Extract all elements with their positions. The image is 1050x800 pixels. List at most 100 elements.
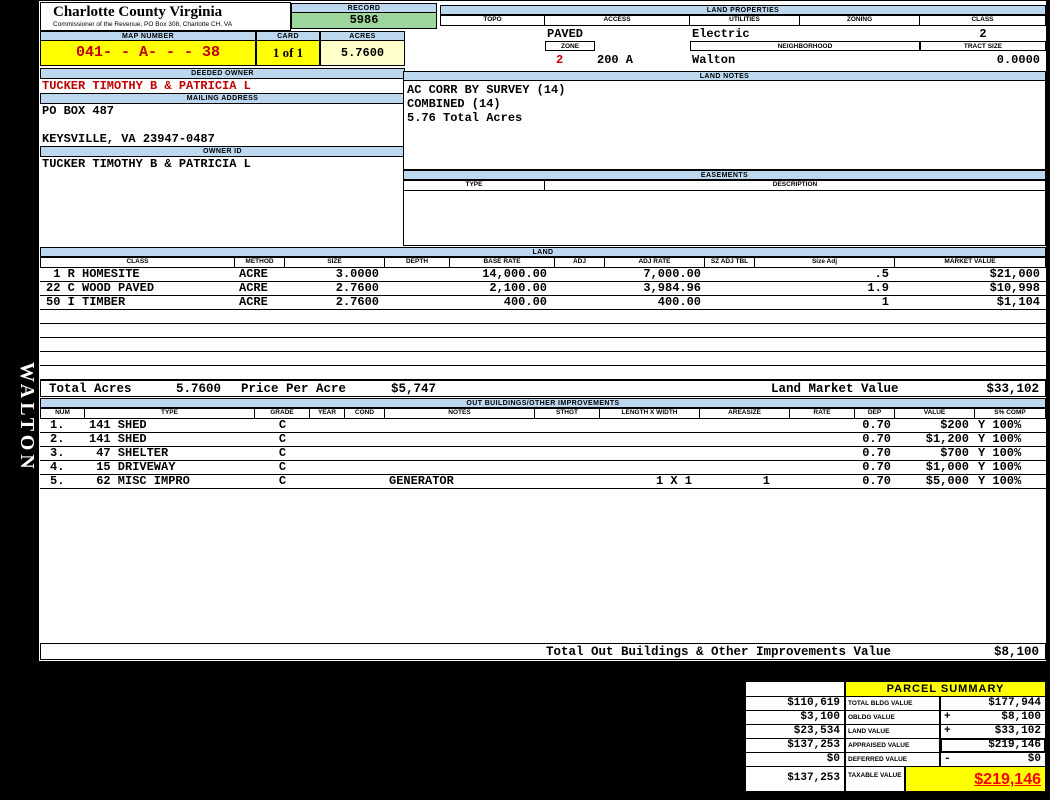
land-cell-adj [555, 296, 605, 309]
land-table-rows: 1 R HOMESITE ACRE 3.0000 14,000.00 7,000… [40, 268, 1046, 310]
land-table-row: 1 R HOMESITE ACRE 3.0000 14,000.00 7,000… [40, 268, 1046, 282]
out-buildings-total-row: Total Out Buildings & Other Improvements… [40, 643, 1046, 660]
parcel-summary: PARCEL SUMMARY $110,619 TOTAL BLDG VALUE… [745, 681, 1046, 792]
record-box: RECORD 5986 [291, 3, 437, 29]
land-cell-adj [555, 282, 605, 295]
value-label: LAND VALUE [845, 724, 940, 739]
operator-sign: + [944, 711, 951, 723]
ob-cell-grade: C [278, 447, 287, 460]
easements-description-header: DESCRIPTION [545, 180, 1046, 191]
easements-type-header: TYPE [403, 180, 545, 191]
current-value: $0 [1027, 753, 1041, 765]
ob-cell-type: 141 SHED [89, 433, 147, 446]
land-col-size: SIZE [285, 257, 385, 268]
current-value: $177,944 [988, 697, 1041, 709]
ob-col-value: VALUE [895, 408, 975, 419]
land-cell-method: ACRE [239, 282, 268, 295]
land-notes-box: AC CORR BY SURVEY (14) COMBINED (14) 5.7… [403, 81, 1046, 170]
ob-col-rate: RATE [790, 408, 855, 419]
deeded-owner-label: DEEDED OWNER [40, 68, 405, 79]
price-per-acre-value: $5,747 [391, 382, 437, 396]
out-building-row: 3. 47 SHELTER C 0.70 $700 Y 100% [40, 447, 1046, 461]
ob-cell-sthgt [535, 419, 600, 432]
parcel-summary-row: $0 DEFERRED VALUE - $0 [745, 752, 1046, 767]
address-line-1: PO BOX 487 [42, 104, 115, 118]
previous-value: $3,100 [745, 710, 845, 725]
land-table-row: 50 I TIMBER ACRE 2.7600 400.00 400.00 1 … [40, 296, 1046, 310]
ob-cell-notes [385, 433, 535, 446]
land-cell-size: 3.0000 [335, 268, 379, 281]
ob-col-grade: GRADE [255, 408, 310, 419]
land-cell-class: 50 I TIMBER [46, 296, 126, 309]
land-cell-class: 1 R HOMESITE [46, 268, 140, 281]
out-building-row: 4. 15 DRIVEWAY C 0.70 $1,000 Y 100% [40, 461, 1046, 475]
land-cell-sz-adj-tbl [705, 296, 755, 309]
land-col-market-value: MARKET VALUE [895, 257, 1046, 268]
land-cell-size-adj: 1.9 [867, 282, 889, 295]
ob-cell-dep: 0.70 [862, 433, 891, 446]
address-spacer [40, 118, 405, 132]
land-cell-adj-rate: 400.00 [657, 296, 701, 309]
ob-cell-notes: GENERATOR [389, 475, 454, 488]
land-col-depth: DEPTH [385, 257, 450, 268]
value-label: APPRAISED VALUE [845, 738, 940, 753]
taxable-value-label: TAXABLE VALUE [845, 766, 905, 792]
land-note-line-3: 5.76 Total Acres [407, 111, 523, 125]
land-cell-method: ACRE [239, 296, 268, 309]
access-header: ACCESS [545, 15, 690, 26]
ob-cell-notes [385, 447, 535, 460]
ob-cell-rate [790, 447, 855, 460]
ob-cell-year [310, 447, 345, 460]
taxable-previous-value: $137,253 [745, 766, 845, 792]
out-buildings-label: OUT BUILDINGS/OTHER IMPROVEMENTS [40, 398, 1046, 408]
previous-value: $23,534 [745, 724, 845, 739]
land-notes-section: LAND NOTES AC CORR BY SURVEY (14) COMBIN… [403, 71, 1046, 170]
previous-value: $0 [745, 752, 845, 767]
record-value: 5986 [291, 13, 437, 29]
total-acres-label: Total Acres [49, 382, 132, 396]
ob-cell-type: 62 MISC IMPRO [89, 475, 190, 488]
land-cell-depth [385, 296, 450, 309]
ob-cell-year [310, 461, 345, 474]
ob-cell-sthgt [535, 447, 600, 460]
land-table-header: CLASS METHOD SIZE DEPTH BASE RATE ADJ AD… [40, 257, 1046, 268]
map-number-value: 041- - A- - - 38 [40, 41, 256, 66]
ob-cell-year [310, 433, 345, 446]
land-empty-row [40, 338, 1046, 352]
ob-cell-notes [385, 419, 535, 432]
out-buildings-section: OUT BUILDINGS/OTHER IMPROVEMENTS NUM TYP… [40, 398, 1046, 660]
parcel-summary-row: $23,534 LAND VALUE + $33,102 [745, 724, 1046, 739]
ob-cell-rate [790, 475, 855, 488]
out-building-row: 1. 141 SHED C 0.70 $200 Y 100% [40, 419, 1046, 433]
ob-cell-dep: 0.70 [862, 461, 891, 474]
land-cell-adj [555, 268, 605, 281]
ob-cell-value: $700 [940, 447, 969, 460]
land-col-adj-rate: ADJ RATE [605, 257, 705, 268]
current-value: $33,102 [994, 725, 1041, 737]
parcel-summary-rows: $110,619 TOTAL BLDG VALUE $177,944 $3,10… [745, 696, 1046, 767]
ob-cell-length-width: 1 X 1 [655, 475, 692, 488]
land-cell-market-value: $10,998 [989, 282, 1040, 295]
county-subtitle: Commissioner of the Revenue, PO Box 308,… [53, 21, 233, 28]
value-label: OBLDG VALUE [845, 710, 940, 725]
ob-cell-length-width [600, 447, 700, 460]
ob-cell-cond [345, 475, 385, 488]
ob-cell-grade: C [278, 419, 287, 432]
ob-cell-comp: Y 100% [978, 461, 1022, 474]
land-cell-sz-adj-tbl [705, 268, 755, 281]
tract-size-header: TRACT SIZE [920, 41, 1046, 51]
previous-value: $137,253 [745, 738, 845, 753]
address-line-2: KEYSVILLE, VA 23947-0487 [42, 132, 215, 146]
ob-cell-length-width [600, 419, 700, 432]
land-market-value: $33,102 [986, 382, 1039, 396]
land-cell-base-rate: 2,100.00 [489, 282, 547, 295]
out-building-row: 5. 62 MISC IMPRO C GENERATOR 1 X 1 1 0.7… [40, 475, 1046, 489]
land-cell-adj-rate: 7,000.00 [643, 268, 701, 281]
land-cell-market-value: $1,104 [996, 296, 1040, 309]
land-cell-depth [385, 268, 450, 281]
land-empty-row [40, 352, 1046, 366]
current-value: $8,100 [1001, 711, 1041, 723]
neighborhood-header: NEIGHBORHOOD [690, 41, 920, 51]
ob-cell-num: 3. [50, 447, 65, 460]
zone-value: 2 [556, 53, 564, 67]
